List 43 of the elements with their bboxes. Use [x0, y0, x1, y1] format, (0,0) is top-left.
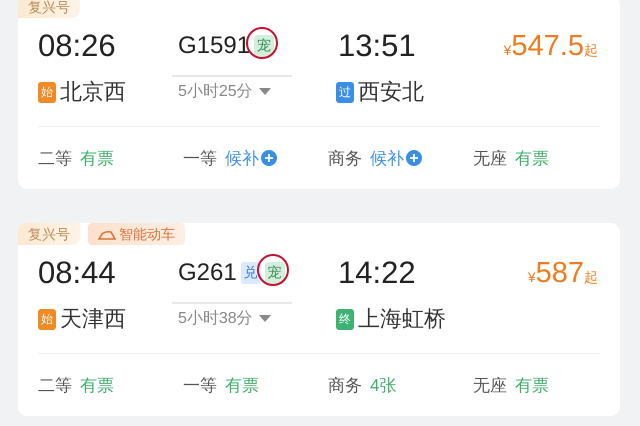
station-name: 上海虹桥 [358, 305, 446, 333]
train-type-tag: 复兴号 [18, 223, 80, 245]
departure-time: 08:44 [38, 255, 117, 291]
seat-class: 二等 [38, 374, 72, 396]
departure-time: 08:26 [38, 28, 117, 64]
station-badge: 始 [38, 82, 56, 102]
seat-availability[interactable]: 候补 [225, 146, 259, 170]
seat-class: 无座 [473, 374, 507, 396]
plus-icon[interactable] [406, 150, 422, 166]
seat-class: 无座 [473, 148, 507, 170]
seat-class: 一等 [183, 148, 217, 170]
service-badge: 兑 [240, 262, 261, 284]
price: ¥587起 [526, 256, 599, 290]
station-badge: 终 [336, 308, 354, 330]
station-name: 西安北 [358, 78, 424, 106]
arrival-time: 14:22 [338, 255, 417, 291]
seat-availability[interactable]: 4张 [370, 374, 396, 396]
station-badge: 始 [38, 308, 56, 330]
seat-class: 商务 [328, 148, 362, 170]
station-name: 北京西 [60, 78, 126, 106]
train-card[interactable]: 复兴号 智能动车 08:44 G261 兑 宠 14:22 ¥587起 始 天津西 5小时38分 终 上海虹桥 二等 有票 一等 有票 商务 4张 无座 有票 [18, 223, 620, 416]
train-icon [98, 230, 116, 240]
seat-class: 商务 [328, 374, 362, 396]
price: ¥547.5起 [502, 30, 599, 62]
seat-class: 一等 [183, 374, 217, 396]
arrival-time: 13:51 [338, 28, 417, 64]
plus-icon[interactable] [261, 150, 277, 166]
seat-availability[interactable]: 候补 [370, 146, 404, 170]
train-number: G261 [178, 259, 237, 287]
train-type-tag: 复兴号 [18, 0, 80, 18]
train-type-tag: 智能动车 [88, 223, 185, 245]
duration[interactable]: 5小时38分 [172, 308, 253, 328]
seat-availability[interactable]: 有票 [225, 374, 259, 396]
duration[interactable]: 5小时25分 [172, 80, 253, 102]
seat-availability[interactable]: 有票 [515, 146, 549, 170]
seat-availability[interactable]: 有票 [80, 146, 114, 170]
station-name: 天津西 [60, 305, 126, 333]
seat-class: 二等 [38, 148, 72, 170]
caret-icon[interactable] [258, 88, 271, 94]
station-badge: 过 [336, 82, 354, 102]
seat-availability[interactable]: 有票 [515, 374, 549, 396]
seat-availability[interactable]: 有票 [80, 374, 114, 396]
caret-icon[interactable] [258, 314, 271, 322]
